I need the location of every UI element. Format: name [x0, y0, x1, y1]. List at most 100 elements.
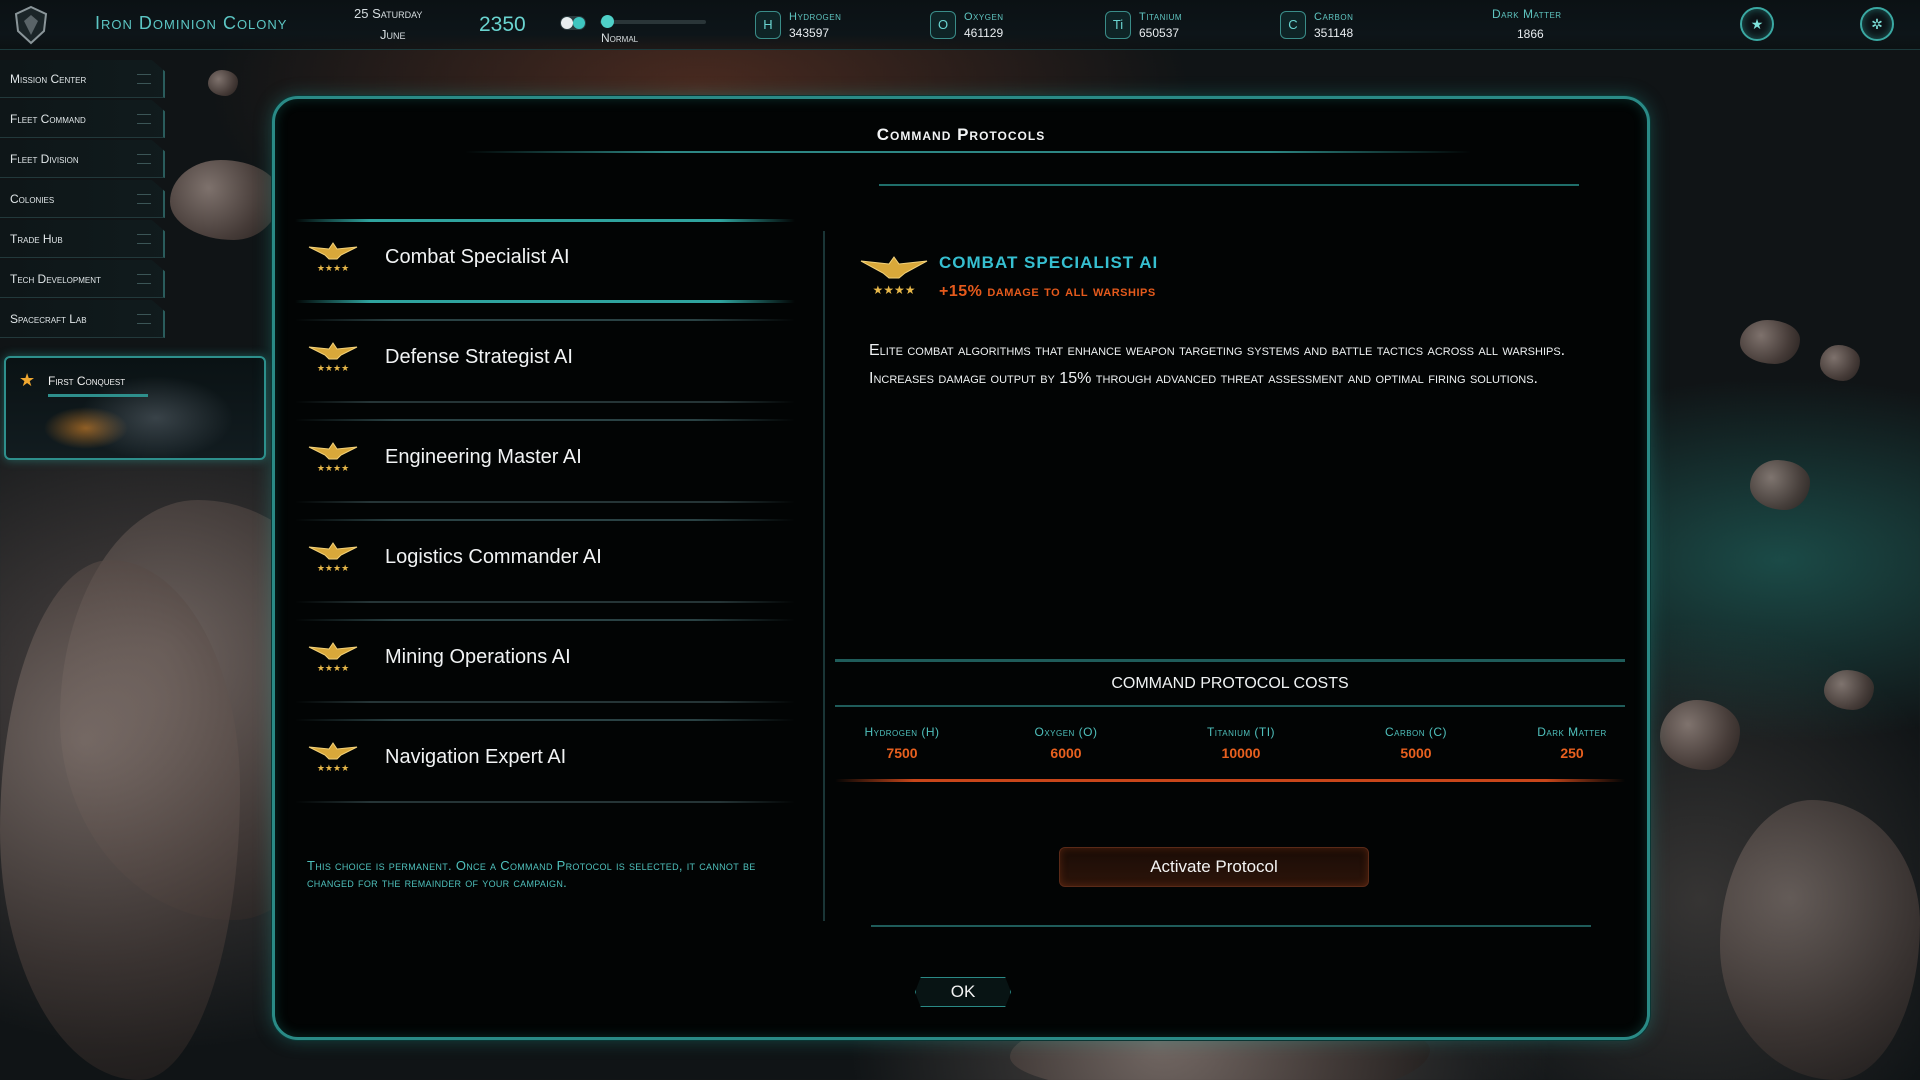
protocol-label: Defense Strategist AI — [385, 346, 573, 368]
cost-carbon: Carbon (C) 5000 — [1341, 725, 1491, 761]
nav-grip-icon — [137, 274, 151, 284]
detail-title: COMBAT SPECIALIST AI — [939, 253, 1159, 272]
nav-label: Trade Hub — [10, 232, 63, 246]
pause-toggle[interactable] — [560, 16, 586, 30]
cost-value: 250 — [1560, 745, 1584, 761]
resource-value: 650537 — [1139, 26, 1180, 40]
nav-label: Colonies — [10, 192, 55, 206]
resource-value: 351148 — [1314, 26, 1354, 40]
eagle-badge-icon: ★★★★ — [308, 342, 358, 373]
item-edge — [295, 300, 795, 303]
protocol-label: Mining Operations AI — [385, 646, 571, 668]
item-edge — [295, 801, 795, 803]
nav-grip-icon — [137, 194, 151, 204]
ok-button[interactable]: OK — [915, 977, 1011, 1007]
svg-text:★★★★: ★★★★ — [872, 283, 915, 297]
detail-description: Elite combat algorithms that enhance wea… — [869, 342, 1566, 387]
item-edge — [295, 419, 795, 421]
nav-item-mission-center[interactable]: Mission Center — [0, 60, 165, 98]
eagle-badge-icon: ★★★★ — [308, 642, 358, 673]
year-display: 2350 — [479, 13, 526, 36]
nav-grip-icon — [137, 234, 151, 244]
item-edge — [295, 701, 795, 703]
nav-label: Fleet Command — [10, 112, 86, 126]
nav-label: Spacecraft Lab — [10, 312, 87, 326]
detail-bonus: +15% damage to all warships — [939, 283, 1156, 300]
dark-matter-name: Dark Matter — [1492, 7, 1562, 21]
item-edge — [295, 501, 795, 503]
resource-name: Oxygen — [964, 11, 1004, 23]
item-edge — [295, 401, 795, 403]
carbon-icon: C — [1280, 11, 1306, 39]
resource-value: 343597 — [789, 26, 830, 40]
nav-label: Mission Center — [10, 72, 87, 86]
eagle-badge-icon: ★★★★ — [860, 256, 928, 297]
protocol-label: Engineering Master AI — [385, 446, 582, 468]
item-edge — [295, 319, 795, 321]
oxygen-icon: O — [930, 11, 956, 39]
nav-item-tech-development[interactable]: Tech Development — [0, 260, 165, 298]
protocol-item-defense-strategist[interactable]: ★★★★ Defense Strategist AI — [295, 319, 795, 419]
protocol-item-mining-operations[interactable]: ★★★★ Mining Operations AI — [295, 619, 795, 719]
galaxy-button-icon[interactable]: ★ — [1740, 7, 1774, 41]
nav-item-colonies[interactable]: Colonies — [0, 180, 165, 218]
svg-text:★★★★: ★★★★ — [317, 763, 349, 773]
cost-oxygen: Oxygen (O) 6000 — [991, 725, 1141, 761]
cost-hydrogen: Hydrogen (H) 7500 — [827, 725, 977, 761]
titanium-icon: Ti — [1105, 11, 1131, 39]
nav-label: Fleet Division — [10, 152, 79, 166]
item-edge — [295, 219, 795, 222]
dialog-title: Command Protocols — [876, 125, 1046, 144]
date-month: June — [380, 27, 406, 42]
cost-dark-matter: Dark Matter 250 — [1497, 725, 1647, 761]
title-divider — [465, 151, 1471, 153]
eagle-badge-icon: ★★★★ — [308, 742, 358, 773]
resource-name: Carbon — [1314, 11, 1354, 23]
costs-heading: COMMAND PROTOCOL COSTS — [1111, 675, 1349, 692]
cost-value: 6000 — [1050, 745, 1082, 761]
command-protocols-dialog: Command Protocols ★★★★ Combat Specialist… — [272, 96, 1650, 1040]
speed-slider-knob[interactable] — [601, 15, 614, 28]
nav-grip-icon — [137, 74, 151, 84]
detail-frame-bottom — [871, 925, 1591, 933]
eagle-badge-icon: ★★★★ — [308, 542, 358, 573]
star-icon: ★ — [19, 370, 36, 390]
cost-name: Titanium (TI) — [1206, 725, 1276, 739]
item-edge — [295, 601, 795, 603]
nav-item-fleet-command[interactable]: Fleet Command — [0, 100, 165, 138]
item-edge — [295, 719, 795, 721]
item-edge — [295, 619, 795, 621]
protocol-item-combat-specialist[interactable]: ★★★★ Combat Specialist AI — [295, 219, 795, 319]
cost-divider — [835, 779, 1625, 782]
dark-matter-value: 1866 — [1517, 27, 1544, 41]
date-day: 25 Saturday — [354, 6, 423, 21]
activate-protocol-button[interactable]: Activate Protocol — [1059, 847, 1369, 887]
item-edge — [295, 519, 795, 521]
detail-frame-top — [879, 183, 1579, 186]
nav-item-trade-hub[interactable]: Trade Hub — [0, 220, 165, 258]
protocol-item-logistics-commander[interactable]: ★★★★ Logistics Commander AI — [295, 519, 795, 619]
svg-text:★★★★: ★★★★ — [317, 663, 349, 673]
top-bar: Iron Dominion Colony 25 Saturday June 23… — [0, 0, 1920, 50]
emblem-icon[interactable] — [12, 5, 50, 45]
cost-value: 10000 — [1221, 745, 1261, 761]
quest-progress-bar — [48, 394, 148, 397]
protocol-item-engineering-master[interactable]: ★★★★ Engineering Master AI — [295, 419, 795, 519]
cost-value: 7500 — [886, 745, 918, 761]
protocol-label: Navigation Expert AI — [385, 746, 567, 768]
costs-header: COMMAND PROTOCOL COSTS — [835, 659, 1625, 707]
protocol-item-navigation-expert[interactable]: ★★★★ Navigation Expert AI — [295, 719, 795, 819]
panel-divider — [823, 231, 825, 921]
nav-item-spacecraft-lab[interactable]: Spacecraft Lab — [0, 300, 165, 338]
eagle-badge-icon: ★★★★ — [308, 442, 358, 473]
cost-name: Carbon (C) — [1384, 725, 1448, 739]
nav-item-fleet-division[interactable]: Fleet Division — [0, 140, 165, 178]
svg-text:★★★★: ★★★★ — [317, 563, 349, 573]
settings-button-icon[interactable]: ✲ — [1860, 7, 1894, 41]
speed-slider[interactable] — [600, 20, 706, 24]
quest-title: First Conquest — [48, 374, 126, 388]
svg-text:★★★★: ★★★★ — [317, 263, 349, 273]
quest-card[interactable]: ★ First Conquest — [4, 356, 266, 460]
protocol-list: ★★★★ Combat Specialist AI ★★★★ Defense S… — [295, 219, 795, 819]
svg-text:★★★★: ★★★★ — [317, 363, 349, 373]
